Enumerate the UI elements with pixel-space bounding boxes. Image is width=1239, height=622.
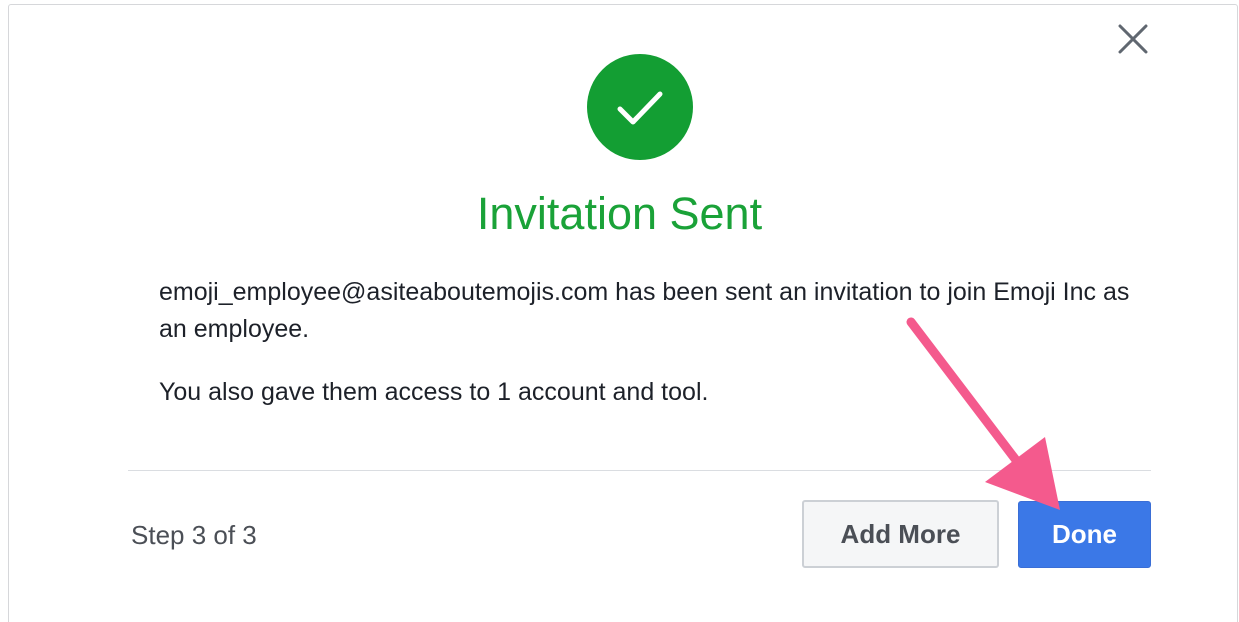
step-indicator: Step 3 of 3 [131,520,257,550]
close-button[interactable] [1114,20,1152,58]
checkmark-icon [617,91,663,125]
screen: Invitation Sent emoji_employee@asiteabou… [0,0,1239,622]
close-icon [1118,24,1148,54]
add-more-button[interactable]: Add More [802,500,999,568]
dialog-title: Invitation Sent [476,188,763,239]
access-message: You also gave them access to 1 account a… [159,378,709,406]
invitation-message: emoji_employee@asiteaboutemojis.com has … [159,278,1130,343]
success-badge [587,54,693,160]
done-button[interactable]: Done [1018,501,1151,568]
divider [128,470,1151,471]
